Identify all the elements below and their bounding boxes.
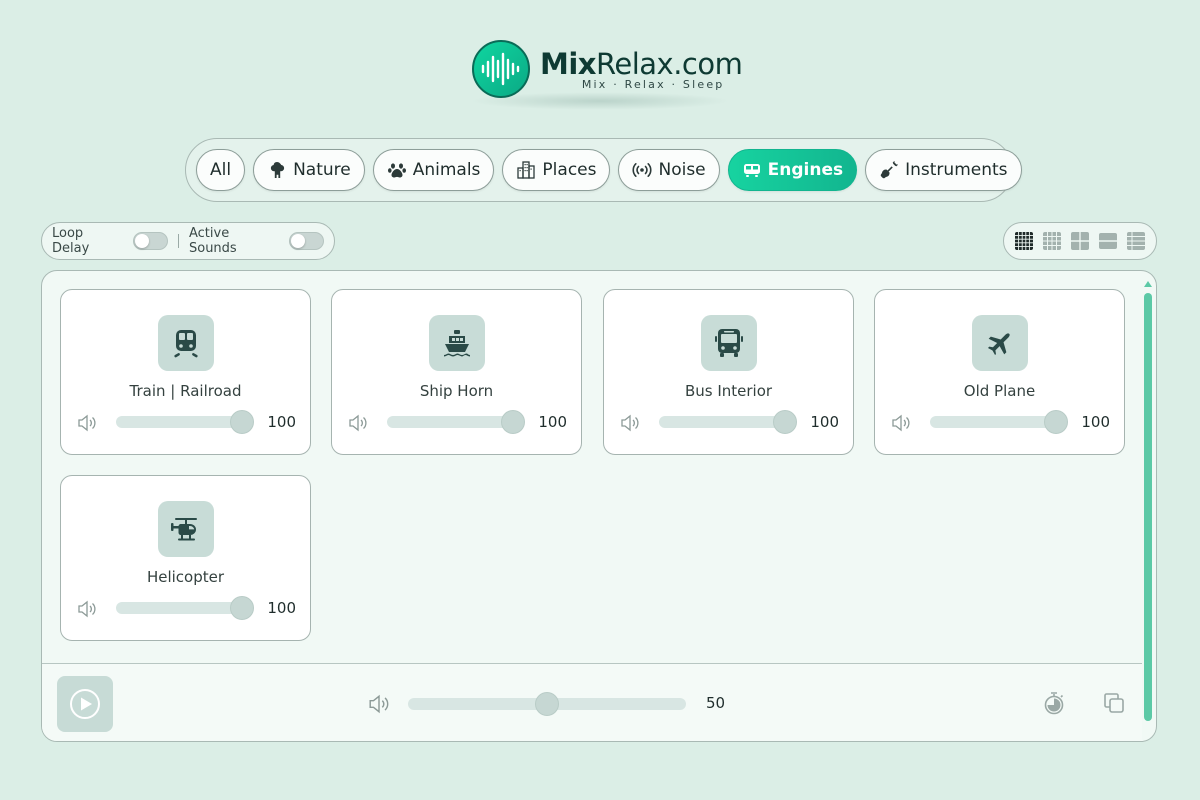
- category-label: Noise: [658, 160, 706, 180]
- category-label: Places: [542, 160, 597, 180]
- divider: [178, 234, 179, 248]
- grid-5-icon[interactable]: [1014, 231, 1034, 251]
- sound-name: Old Plane: [963, 382, 1036, 400]
- master-volume-value: 50: [706, 694, 726, 712]
- grid-2-icon[interactable]: [1070, 231, 1090, 251]
- volume-icon[interactable]: [77, 600, 97, 618]
- ship-icon: [429, 315, 485, 371]
- category-noise[interactable]: Noise: [618, 149, 720, 191]
- slider-thumb[interactable]: [773, 410, 797, 434]
- slider-thumb[interactable]: [230, 410, 254, 434]
- copy-icon[interactable]: [1102, 691, 1126, 715]
- slider-thumb[interactable]: [535, 692, 559, 716]
- volume-icon[interactable]: [891, 414, 911, 432]
- category-label: Animals: [412, 160, 481, 180]
- active-sounds-toggle[interactable]: [288, 232, 324, 250]
- category-engines[interactable]: Engines: [727, 149, 858, 191]
- sound-name: Bus Interior: [684, 382, 773, 400]
- active-sounds-label: Active Sounds: [188, 226, 237, 256]
- slider-thumb[interactable]: [230, 596, 254, 620]
- guitar-icon: [880, 161, 898, 179]
- volume-icon[interactable]: [620, 414, 640, 432]
- soundwave-icon: [472, 40, 530, 98]
- logo[interactable]: MixRelax.com Mix · Relax · Sleep: [472, 40, 743, 98]
- category-label: Nature: [293, 160, 351, 180]
- volume-icon[interactable]: [348, 414, 368, 432]
- category-all[interactable]: All: [196, 149, 246, 191]
- category-animals[interactable]: Animals: [372, 149, 495, 191]
- tree-icon: [270, 162, 285, 178]
- category-label: Engines: [767, 160, 844, 180]
- player-bar: 50: [42, 663, 1142, 741]
- train-icon: [743, 164, 760, 177]
- volume-slider[interactable]: [387, 410, 525, 434]
- play-icon: [70, 689, 100, 719]
- category-nature[interactable]: Nature: [253, 149, 365, 191]
- category-places[interactable]: Places: [502, 149, 611, 191]
- sound-card-helicopter[interactable]: Helicopter 100: [60, 475, 311, 641]
- plane-icon: [972, 315, 1028, 371]
- logo-tagline: Mix · Relax · Sleep: [581, 77, 725, 91]
- layout-switcher: [1003, 222, 1157, 260]
- volume-icon[interactable]: [77, 414, 97, 432]
- sound-card-ship-horn[interactable]: Ship Horn 100: [331, 289, 582, 455]
- category-bar: All Nature Animals Places Noise Engines …: [185, 138, 1022, 202]
- sound-card-old-plane[interactable]: Old Plane 100: [874, 289, 1125, 455]
- master-volume-slider[interactable]: [408, 692, 686, 716]
- sound-card-train[interactable]: Train | Railroad 100: [60, 289, 311, 455]
- grid-4-icon[interactable]: [1042, 231, 1062, 251]
- volume-slider[interactable]: [659, 410, 797, 434]
- volume-value: 100: [267, 599, 296, 617]
- volume-slider[interactable]: [116, 410, 254, 434]
- volume-value: 100: [1081, 413, 1110, 431]
- sound-name: Helicopter: [146, 568, 225, 586]
- volume-icon[interactable]: [368, 694, 390, 714]
- logo-title: MixRelax.com: [540, 46, 743, 81]
- broadcast-icon: [632, 163, 653, 177]
- timer-icon[interactable]: [1042, 690, 1066, 716]
- loop-delay-toggle[interactable]: [132, 232, 169, 250]
- volume-value: 100: [267, 413, 296, 431]
- play-button[interactable]: [57, 676, 113, 732]
- list-icon[interactable]: [1126, 231, 1146, 251]
- scroll-up-icon[interactable]: [1144, 281, 1152, 287]
- scrollbar-thumb[interactable]: [1144, 293, 1152, 721]
- options-bar: Loop Delay Active Sounds: [41, 222, 335, 260]
- sounds-panel: Train | Railroad 100 Ship Horn 100 Bus I…: [41, 270, 1157, 742]
- category-label: Instruments: [905, 160, 1008, 180]
- paw-icon: [387, 163, 406, 178]
- slider-thumb[interactable]: [501, 410, 525, 434]
- slider-thumb[interactable]: [1044, 410, 1068, 434]
- sound-name: Ship Horn: [419, 382, 494, 400]
- rows-icon[interactable]: [1098, 231, 1118, 251]
- train-icon: [158, 315, 214, 371]
- category-label: All: [210, 160, 232, 180]
- sound-name: Train | Railroad: [129, 382, 242, 400]
- volume-slider[interactable]: [930, 410, 1068, 434]
- loop-delay-label: Loop Delay: [52, 226, 90, 256]
- bus-icon: [701, 315, 757, 371]
- volume-value: 100: [538, 413, 567, 431]
- volume-value: 100: [810, 413, 839, 431]
- volume-slider[interactable]: [116, 596, 254, 620]
- scrollbar[interactable]: [1144, 281, 1152, 721]
- sound-card-bus-interior[interactable]: Bus Interior 100: [603, 289, 854, 455]
- helicopter-icon: [158, 501, 214, 557]
- city-icon: [517, 161, 536, 179]
- category-instruments[interactable]: Instruments: [865, 149, 1022, 191]
